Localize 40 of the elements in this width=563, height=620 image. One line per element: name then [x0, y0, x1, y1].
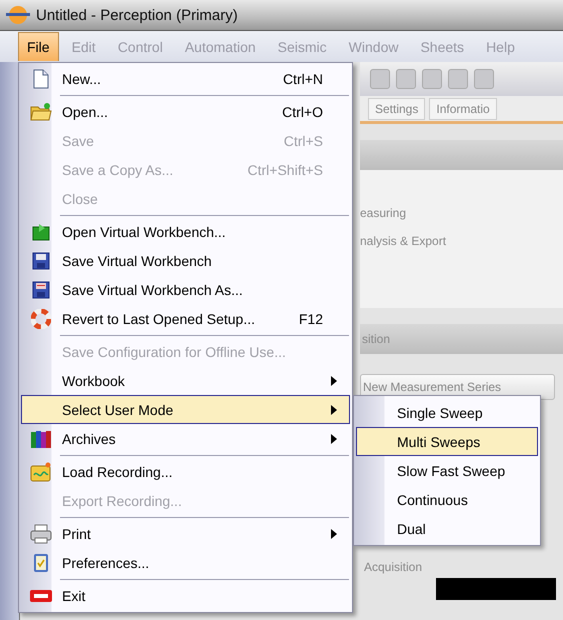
- shortcut-text: Ctrl+N: [282, 70, 324, 86]
- exit-sign-icon: [30, 590, 52, 602]
- window-title: Untitled - Perception (Primary): [36, 6, 238, 24]
- menu-item[interactable]: Continuous: [356, 485, 538, 514]
- menu-item[interactable]: Dual: [356, 514, 538, 543]
- submenu-arrow-icon: [331, 528, 337, 538]
- document-icon: [33, 68, 49, 88]
- menu-item[interactable]: Revert to Last Opened Setup... F12: [21, 304, 350, 333]
- shortcut-text: F12: [298, 310, 324, 326]
- shortcut-text: Ctrl+S: [284, 132, 324, 148]
- shortcut-text: Ctrl+O: [282, 104, 324, 120]
- menu-item[interactable]: Open... Ctrl+O: [21, 93, 350, 126]
- menu-item[interactable]: Save Virtual Workbench As...: [21, 275, 350, 304]
- menu-item[interactable]: Archives: [21, 424, 350, 453]
- books-icon: [30, 428, 52, 448]
- printer-icon: [30, 524, 52, 544]
- submenu-arrow-icon: [331, 376, 337, 386]
- menu-item[interactable]: Load Recording...: [21, 453, 350, 486]
- menu-item[interactable]: Single Sweep: [356, 398, 538, 427]
- submenu-arrow-icon: [331, 434, 337, 444]
- menu-bar-item[interactable]: File: [18, 32, 59, 61]
- menu-item[interactable]: Slow Fast Sweep: [356, 456, 538, 485]
- lifebuoy-icon: [31, 308, 51, 328]
- app-logo-icon: [6, 5, 30, 25]
- menu-item[interactable]: New... Ctrl+N: [21, 64, 350, 93]
- menu-item[interactable]: Multi Sweeps: [356, 427, 538, 456]
- menu-item[interactable]: Preferences...: [21, 548, 350, 577]
- menu-item[interactable]: Select User Mode: [21, 395, 350, 424]
- menu-item[interactable]: Print: [21, 515, 350, 548]
- shortcut-text: Ctrl+Shift+S: [248, 162, 324, 178]
- panel-title: sition: [362, 332, 390, 346]
- submenu-arrow-icon: [331, 404, 337, 414]
- panel-text: nalysis & Export: [360, 234, 448, 248]
- panel-text: easuring: [360, 206, 408, 220]
- menu-item[interactable]: Workbook: [21, 366, 350, 395]
- menu-item[interactable]: Exit: [21, 577, 350, 610]
- menu-item[interactable]: Open Virtual Workbench...: [21, 213, 350, 246]
- group-label: Acquisition: [364, 560, 424, 574]
- checklist-icon: [33, 552, 49, 572]
- menu-item[interactable]: Save Virtual Workbench: [21, 246, 350, 275]
